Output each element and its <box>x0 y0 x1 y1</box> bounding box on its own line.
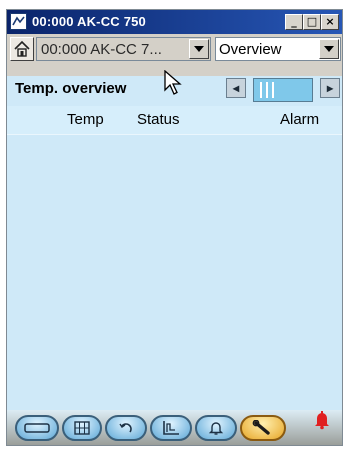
view-dropdown-arrow-icon[interactable] <box>319 39 339 59</box>
table-header: Temp Status Alarm <box>7 106 342 135</box>
title-bar[interactable]: 00:000 AK-CC 750 _ □ × <box>7 10 342 34</box>
home-button[interactable] <box>10 37 34 61</box>
mouse-cursor-icon <box>164 70 182 95</box>
device-selector-value: 00:000 AK-CC 7... <box>41 41 162 58</box>
section-title: Temp. overview <box>15 80 127 97</box>
nav-grid-button[interactable] <box>62 415 102 441</box>
undo-icon <box>119 423 132 433</box>
nav-undo-button[interactable] <box>105 415 147 441</box>
nav-display-button[interactable] <box>15 415 59 441</box>
nav-graph-button[interactable] <box>150 415 192 441</box>
alarm-bell-icon[interactable] <box>313 410 331 430</box>
nav-service-button[interactable] <box>240 415 286 441</box>
zoom-in-button[interactable]: ▸ <box>320 78 340 98</box>
grid-icon <box>74 421 90 435</box>
zoom-slider[interactable] <box>253 78 313 102</box>
zoom-tick <box>266 82 268 98</box>
graph-icon <box>163 421 179 435</box>
minimize-button[interactable]: _ <box>285 14 303 30</box>
column-alarm[interactable]: Alarm <box>280 111 319 128</box>
close-button[interactable]: × <box>321 14 339 30</box>
wrench-icon <box>252 420 270 435</box>
nav-alarm-button[interactable] <box>195 415 237 441</box>
bell-icon <box>208 422 224 435</box>
view-selector-value: Overview <box>219 41 282 58</box>
zoom-tick <box>272 82 274 98</box>
window-title: 00:000 AK-CC 750 <box>32 14 146 29</box>
table-body <box>7 135 342 410</box>
display-icon <box>24 423 50 433</box>
zoom-tick <box>260 82 262 98</box>
zoom-out-button[interactable]: ◂ <box>226 78 246 98</box>
device-selector[interactable]: 00:000 AK-CC 7... <box>36 37 211 61</box>
maximize-button[interactable]: □ <box>303 14 321 30</box>
home-icon <box>14 40 30 57</box>
app-icon <box>10 13 27 30</box>
device-dropdown-arrow-icon[interactable] <box>189 39 209 59</box>
view-selector[interactable]: Overview <box>215 37 341 61</box>
column-status[interactable]: Status <box>137 111 180 128</box>
bottom-navigation <box>7 410 342 445</box>
column-temp[interactable]: Temp <box>67 111 104 128</box>
